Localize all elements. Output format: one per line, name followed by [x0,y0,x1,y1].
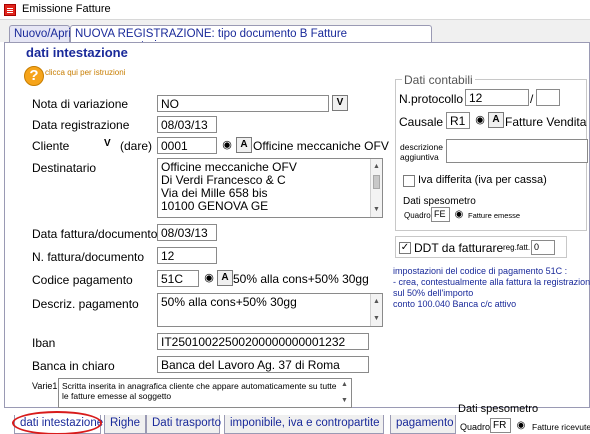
scroll-up-icon[interactable]: ▲ [373,295,380,308]
data-registrazione-field[interactable]: 08/03/13 [157,116,217,133]
protocollo-label: N.protocollo [399,92,464,106]
codice-pagamento-search-icon[interactable]: ◉ [201,270,217,286]
scroll-down-icon[interactable]: ▼ [373,312,380,325]
banca-label: Banca in chiaro [32,359,115,373]
protocollo-separator: / [530,92,534,106]
cliente-mode-button[interactable]: V [104,138,111,149]
banca-field[interactable]: Banca del Lavoro Ag. 37 di Roma [157,356,369,373]
scroll-up-icon[interactable]: ▲ [373,160,380,173]
protocollo-field[interactable]: 12 [465,89,529,106]
tab-pagamento[interactable]: pagamento e [390,415,456,434]
iban-field[interactable]: IT25010022500200000000001232 [157,333,369,350]
cliente-name: Officine meccaniche OFV [253,139,389,153]
spesometro-bottom-quadro-label: Quadro [460,422,491,432]
spesometro-bottom-quadro-field[interactable]: FR [490,418,511,433]
spesometro-quadro-field[interactable]: FE [431,207,450,222]
descriz-pagamento-textarea[interactable]: 50% alla cons+50% 30gg ▲ ▼ [157,293,383,327]
pagamento-note-line: conto 100.040 Banca c/c attivo [393,299,517,309]
highlight-ellipse [12,411,102,434]
causale-lookup-button[interactable]: A [488,112,504,128]
descrizione-aggiuntiva-label-line: descrizione [400,142,443,152]
causale-search-icon[interactable]: ◉ [472,112,488,128]
pagamento-note: impostazioni del codice di pagamento 51C… [393,266,590,310]
scroll-thumb[interactable] [373,175,380,189]
cliente-code-field[interactable]: 0001 [157,137,217,154]
varie1-label: Varie1 [32,381,58,391]
tab-dati-trasporto[interactable]: Dati trasporto [146,415,221,434]
iban-label: Iban [32,336,56,350]
spesometro-quadro-label: Quadro [404,211,431,220]
causale-description: Fatture Vendita [505,115,587,129]
codice-pagamento-label: Codice pagamento [32,273,133,287]
cliente-label: Cliente [32,139,70,153]
nota-variazione-field[interactable]: NO [157,95,329,112]
destinatario-scrollbar[interactable]: ▲ ▼ [370,159,382,217]
tab-nuovo-apri[interactable]: Nuovo/Apri [9,25,71,43]
n-fattura-label: N. fattura/documento [32,250,145,264]
scroll-down-icon[interactable]: ▼ [373,203,380,216]
tab-righe[interactable]: Righe [104,415,146,434]
tab-nuova-registrazione[interactable]: NUOVA REGISTRAZIONE: tipo documento B Fa… [70,25,432,52]
spesometro-search-icon[interactable]: ◉ [451,207,467,222]
tab-imponibile-iva[interactable]: imponibile, iva e contropartite [224,415,384,434]
descrizione-aggiuntiva-label-line: aggiuntiva [400,152,439,162]
help-icon[interactable]: ? [24,66,44,86]
iva-differita-label: Iva differita (iva per cassa) [418,174,547,186]
scroll-down-icon[interactable]: ▼ [341,396,348,406]
help-link[interactable]: clicca qui per istruzioni [45,68,125,77]
section-title: dati intestazione [26,45,128,60]
scroll-up-icon[interactable]: ▲ [341,380,348,390]
iva-differita-checkbox[interactable] [403,175,415,187]
ddt-label: DDT da fatturare [414,241,504,255]
nota-variazione-label: Nota di variazione [32,97,129,111]
causale-label: Causale [399,115,444,129]
descriz-pagamento-label: Descriz. pagamento [32,297,139,311]
cliente-mode-text: (dare) [120,139,153,153]
causale-code-field[interactable]: R1 [446,112,470,129]
window-titlebar: Emissione Fatture [0,0,590,20]
n-fattura-field[interactable]: 12 [157,247,217,264]
protocollo-suffix-field[interactable] [536,89,560,106]
ddt-checkbox[interactable]: ✓ [399,242,411,254]
cliente-lookup-button[interactable]: A [236,137,252,153]
data-fattura-label: Data fattura/documento [32,227,158,241]
varie1-textarea[interactable]: Scritta inserita in anagrafica cliente c… [58,378,352,408]
pagamento-note-line: sul 50% dell'importo [393,288,474,298]
dati-contabili-title: Dati contabili [402,73,475,87]
codice-pagamento-lookup-button[interactable]: A [217,270,233,286]
codice-pagamento-field[interactable]: 51C [157,270,199,287]
spesometro-bottom-desc: Fatture ricevute [532,422,590,432]
cliente-search-icon[interactable]: ◉ [219,137,235,153]
data-registrazione-label: Data registrazione [32,118,130,132]
data-fattura-field[interactable]: 08/03/13 [157,224,217,241]
ddt-reg-field[interactable]: 0 [531,240,555,255]
codice-pagamento-description: 50% alla cons+50% 30gg [233,272,369,286]
varie1-scrollbar[interactable]: ▲ ▼ [339,379,351,407]
ddt-reg-label: reg.fatt. [503,243,531,252]
nota-variazione-dropdown-button[interactable]: V [332,95,348,111]
descriz-pagamento-value: 50% alla cons+50% 30gg [161,295,297,309]
app-icon [4,4,16,16]
destinatario-line: 10100 GENOVA GE [161,199,269,213]
descriz-pagamento-scrollbar[interactable]: ▲ ▼ [370,294,382,326]
window-title: Emissione Fatture [22,3,111,15]
descrizione-aggiuntiva-field[interactable] [446,139,588,163]
descrizione-aggiuntiva-label: descrizione aggiuntiva [400,142,443,162]
spesometro-bottom-title: Dati spesometro [458,403,539,415]
spesometro-title: Dati spesometro [403,196,476,207]
spesometro-desc: Fatture emesse [468,211,521,220]
varie1-value: Scritta inserita in anagrafica cliente c… [62,381,337,401]
pagamento-note-line: impostazioni del codice di pagamento 51C… [393,266,568,276]
pagamento-note-line: - crea, contestualmente alla fattura la … [393,277,590,287]
destinatario-label: Destinatario [32,161,97,175]
spesometro-bottom-search-icon[interactable]: ◉ [513,418,529,433]
destinatario-textarea[interactable]: Officine meccaniche OFV Di Verdi Frances… [157,158,383,218]
